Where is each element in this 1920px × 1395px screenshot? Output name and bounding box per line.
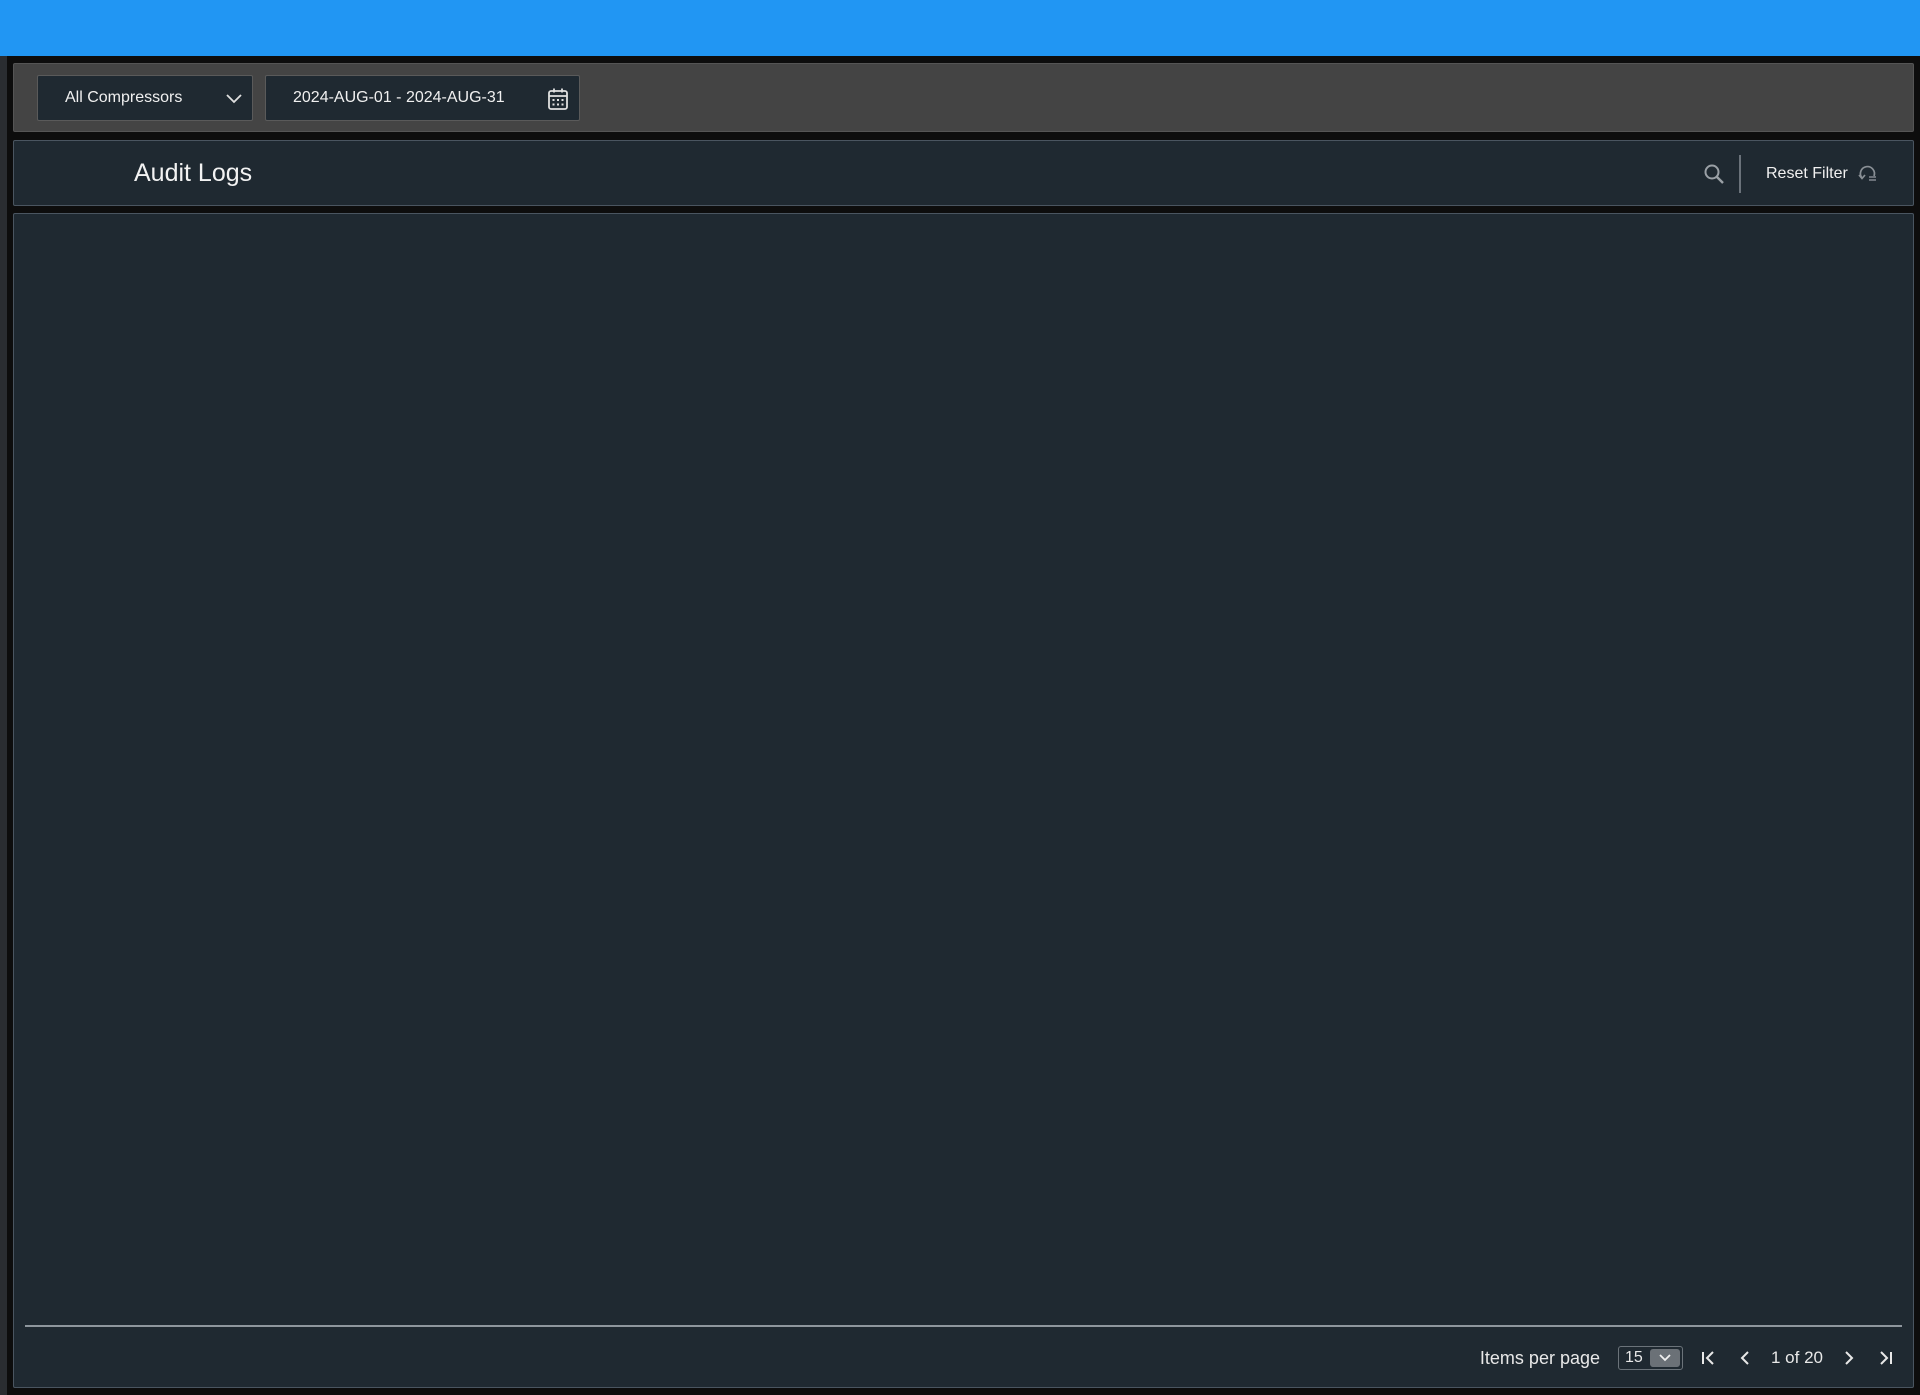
footer-divider — [25, 1325, 1902, 1327]
reset-icon — [1858, 165, 1876, 181]
next-page-button[interactable] — [1831, 1342, 1867, 1374]
compressor-select-value: All Compressors — [65, 89, 183, 106]
app-top-bar — [0, 0, 1920, 56]
audit-logs-table-area: Items per page 15 1 of 20 — [13, 213, 1914, 1388]
chevron-down-icon — [226, 94, 242, 104]
page-title: Audit Logs — [134, 159, 253, 187]
page-info: 1 of 20 — [1771, 1348, 1823, 1367]
header-divider — [1739, 155, 1741, 193]
last-page-button[interactable] — [1867, 1342, 1903, 1374]
first-page-button[interactable] — [1691, 1342, 1727, 1374]
items-per-page-label: Items per page — [1479, 1347, 1600, 1368]
audit-logs-header: Audit Logs Reset Filter — [13, 140, 1914, 206]
calendar-icon[interactable] — [547, 87, 569, 111]
prev-page-button[interactable] — [1727, 1342, 1763, 1374]
search-icon[interactable] — [1702, 162, 1726, 186]
left-edge-strip — [0, 56, 7, 1395]
items-per-page-select[interactable]: 15 — [1618, 1346, 1683, 1370]
date-range-value: 2024-AUG-01 - 2024-AUG-31 — [293, 89, 505, 106]
items-per-page-value: 15 — [1625, 1349, 1643, 1366]
prev-page-icon — [1740, 1351, 1749, 1365]
pagination-bar: Items per page 15 1 of 20 — [1480, 1338, 1903, 1378]
filter-bar: All Compressors 2024-AUG-01 - 2024-AUG-3… — [13, 63, 1914, 132]
chevron-down-icon — [1650, 1349, 1680, 1367]
first-page-icon — [1702, 1351, 1714, 1365]
date-range-picker[interactable]: 2024-AUG-01 - 2024-AUG-31 — [265, 75, 580, 121]
compressor-select[interactable]: All Compressors — [37, 75, 253, 121]
next-page-icon — [1845, 1351, 1854, 1365]
reset-filter-label: Reset Filter — [1766, 165, 1848, 182]
last-page-icon — [1880, 1351, 1892, 1365]
reset-filter-button[interactable]: Reset Filter — [1766, 161, 1878, 187]
